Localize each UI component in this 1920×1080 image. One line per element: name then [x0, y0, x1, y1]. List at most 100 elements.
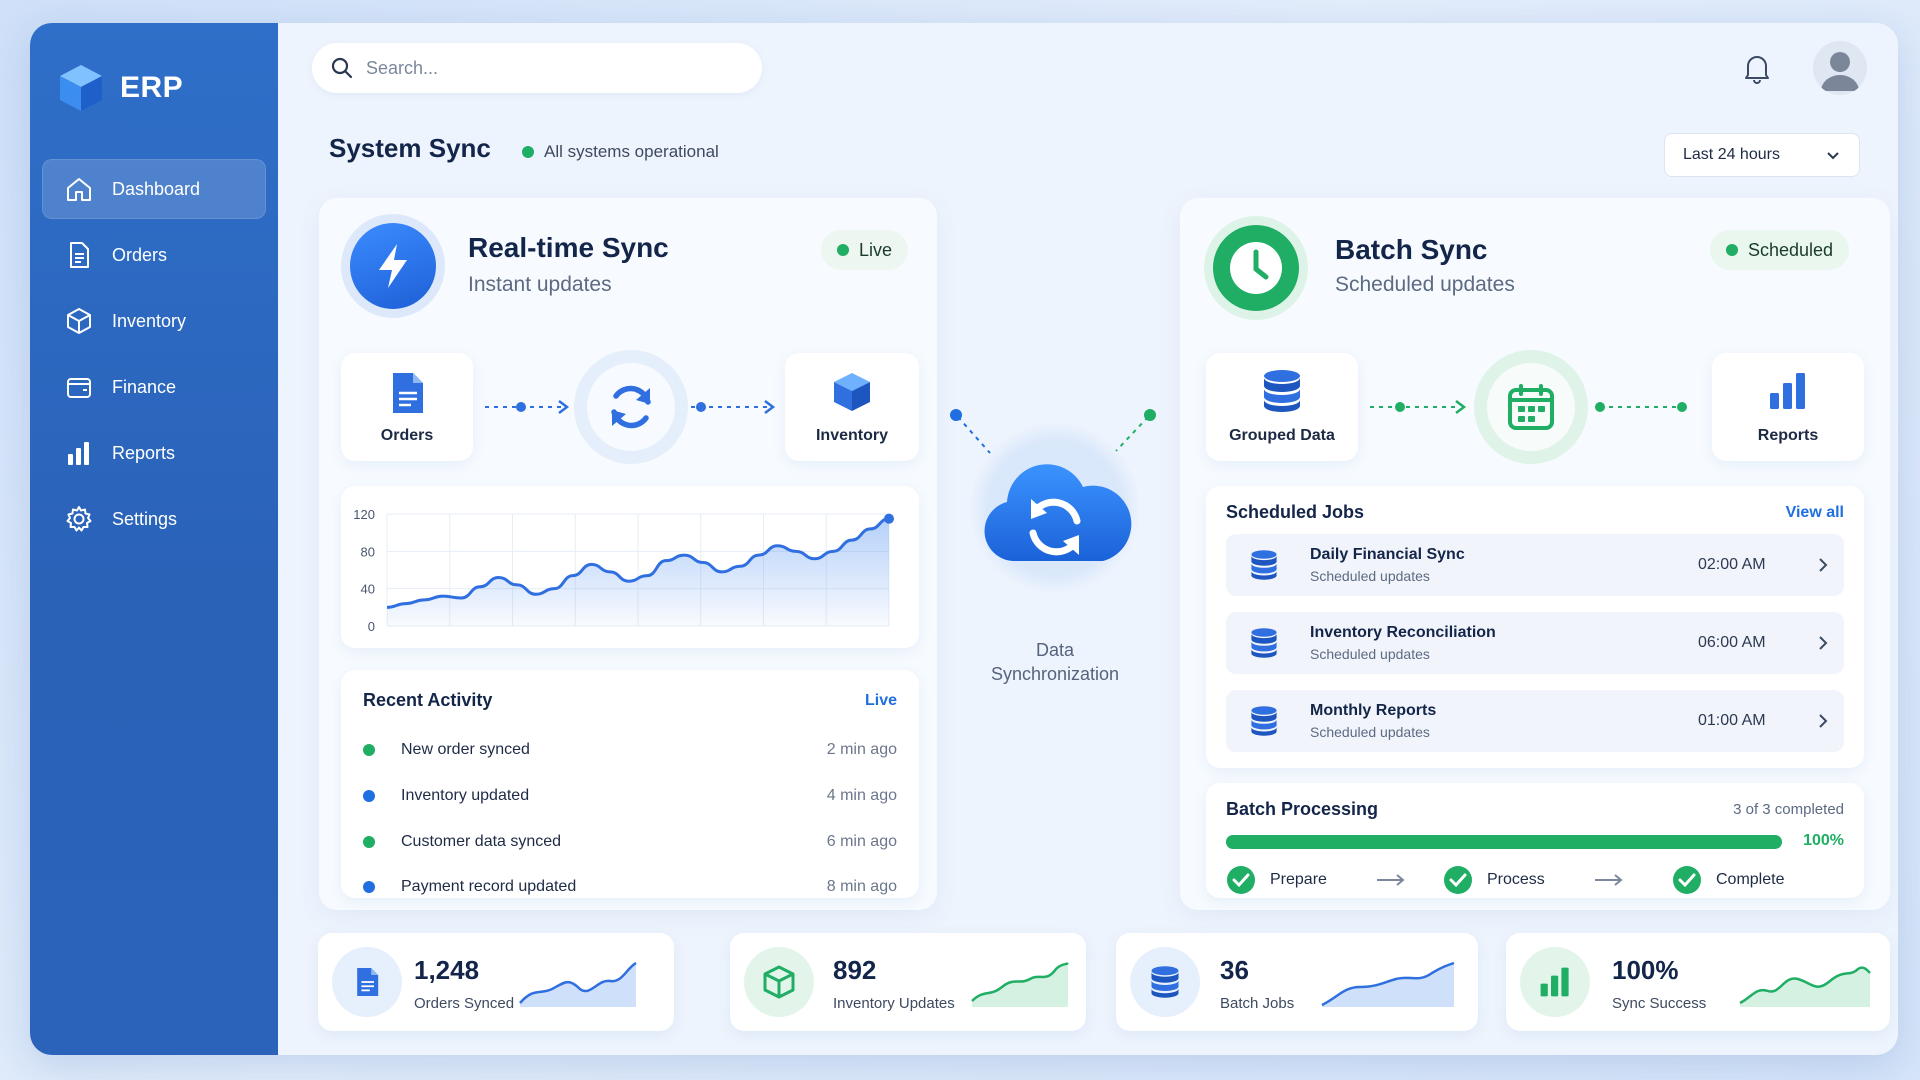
sidebar-item-settings[interactable]: Settings — [42, 489, 266, 549]
batch-title: Batch Sync — [1335, 234, 1488, 265]
batch-scheduled-badge: Scheduled — [1710, 230, 1850, 270]
realtime-subtitle: Instant updates — [468, 273, 612, 296]
flow-source-orders[interactable]: Orders — [341, 353, 473, 461]
job-row[interactable]: Daily Financial Sync Scheduled updates 0… — [1226, 534, 1844, 596]
sidebar-item-label: Finance — [112, 376, 177, 397]
recent-activity-live-link[interactable]: Live — [865, 692, 897, 710]
flow-target-inventory[interactable]: Inventory — [785, 353, 919, 461]
job-row[interactable]: Monthly Reports Scheduled updates 01:00 … — [1226, 690, 1844, 752]
brand-name: ERP — [120, 71, 184, 104]
activity-dot — [363, 836, 375, 848]
view-all-link[interactable]: View all — [1786, 504, 1844, 522]
sidebar-item-label: Dashboard — [112, 178, 201, 199]
search-input[interactable] — [366, 57, 726, 79]
sidebar: ERP Dashboard Orders Inventory Finance R… — [30, 23, 278, 1055]
step-label: Complete — [1716, 871, 1785, 888]
flow-arrow-left — [1370, 400, 1467, 414]
bell-icon[interactable] — [1740, 51, 1774, 85]
stat-label: Batch Jobs — [1220, 995, 1295, 1012]
document-icon — [357, 968, 379, 996]
job-row[interactable]: Inventory Reconciliation Scheduled updat… — [1226, 612, 1844, 674]
stat-value: 1,248 — [414, 955, 480, 985]
list-item[interactable]: New order synced 2 min ago — [363, 727, 897, 773]
job-desc: Scheduled updates — [1310, 568, 1430, 584]
sidebar-item-reports[interactable]: Reports — [42, 423, 266, 483]
step-label: Process — [1487, 871, 1545, 888]
chevron-right-icon[interactable] — [1816, 712, 1830, 730]
system-status: All systems operational — [522, 142, 719, 162]
sidebar-item-orders[interactable]: Orders — [42, 225, 266, 285]
sidebar-item-finance[interactable]: Finance — [42, 357, 266, 417]
progress-percent: 100% — [1803, 832, 1844, 849]
sidebar-item-inventory[interactable]: Inventory — [42, 291, 266, 351]
time-range-select[interactable]: Last 24 hours — [1664, 133, 1860, 177]
central-sync-label: Data Synchronization — [990, 640, 1120, 684]
database-icon — [1251, 706, 1277, 736]
batch-processing-count: 3 of 3 completed — [1733, 801, 1844, 818]
scheduled-dot — [1726, 244, 1738, 256]
stat-label: Sync Success — [1612, 995, 1707, 1012]
flow-target-label: Inventory — [815, 427, 888, 444]
activity-time: 4 min ago — [826, 787, 897, 804]
stat-sparkline — [1321, 961, 1455, 1007]
flow-target-label: Reports — [1757, 427, 1819, 444]
realtime-badge-circle — [341, 214, 445, 318]
realtime-title: Real-time Sync — [468, 232, 669, 263]
status-dot — [522, 146, 534, 158]
flow-source-label: Orders — [380, 427, 434, 444]
clock-icon — [1230, 242, 1282, 294]
arrow-right-icon — [1377, 874, 1405, 886]
sidebar-item-label: Orders — [112, 244, 168, 265]
bar-chart-icon — [1770, 373, 1805, 409]
sidebar-item-dashboard[interactable]: Dashboard — [42, 159, 266, 219]
activity-dot — [363, 881, 375, 893]
stat-sparkline — [1739, 966, 1871, 1007]
wallet-icon — [67, 378, 91, 398]
scheduled-jobs-title: Scheduled Jobs — [1226, 502, 1365, 522]
scheduled-badge-text: Scheduled — [1748, 239, 1834, 260]
list-item[interactable]: Inventory updated 4 min ago — [363, 773, 897, 819]
stat-card-inventory-updates[interactable]: 892 Inventory Updates — [730, 933, 1086, 1031]
list-item[interactable]: Payment record updated 8 min ago — [363, 864, 897, 910]
chevron-right-icon[interactable] — [1816, 634, 1830, 652]
search-bar[interactable] — [312, 43, 762, 93]
gear-icon — [66, 506, 92, 532]
activity-dot — [363, 744, 375, 756]
stat-value: 892 — [833, 955, 877, 985]
flow-arrow-right — [691, 400, 776, 414]
stat-value: 100% — [1612, 955, 1679, 985]
app-window: ERP Dashboard Orders Inventory Finance R… — [30, 23, 1898, 1055]
step-label: Prepare — [1270, 871, 1327, 888]
batch-subtitle: Scheduled updates — [1335, 273, 1515, 296]
lightning-icon — [379, 244, 407, 288]
realtime-line-chart: 120 80 40 0 — [353, 507, 894, 634]
central-sync-hub: Data Synchronization — [950, 403, 1160, 703]
chart-end-point — [884, 513, 894, 524]
job-name: Daily Financial Sync — [1310, 546, 1465, 563]
activity-dot — [363, 790, 375, 802]
recent-activity-title: Recent Activity — [363, 690, 493, 710]
stat-label: Inventory Updates — [833, 995, 955, 1012]
sync-hub-realtime — [574, 350, 688, 464]
chevron-right-icon[interactable] — [1816, 556, 1830, 574]
y-tick-label: 120 — [353, 507, 375, 522]
activity-text: Customer data synced — [401, 833, 562, 850]
clock-circle — [1213, 225, 1299, 311]
flow-target-reports[interactable]: Reports — [1712, 353, 1864, 461]
flow-source-grouped-data[interactable]: Grouped Data — [1206, 353, 1358, 461]
stat-card-batch-jobs[interactable]: 36 Batch Jobs — [1116, 933, 1478, 1031]
cloud-sync-halo — [970, 423, 1140, 593]
stat-card-sync-success[interactable]: 100% Sync Success — [1506, 933, 1890, 1031]
brand[interactable]: ERP — [58, 63, 183, 113]
home-icon — [67, 178, 91, 201]
time-range-value: Last 24 hours — [1683, 146, 1780, 163]
y-tick-label: 40 — [361, 582, 375, 597]
list-item[interactable]: Customer data synced 6 min ago — [363, 819, 897, 865]
job-time: 06:00 AM — [1698, 634, 1766, 651]
stat-card-orders-synced[interactable]: 1,248 Orders Synced — [318, 933, 674, 1031]
box-icon — [834, 373, 870, 411]
avatar[interactable] — [1813, 41, 1867, 95]
calendar-icon — [1508, 384, 1554, 430]
database-icon — [1151, 966, 1179, 998]
scheduled-jobs-card: Scheduled Jobs View all Daily Financial … — [1206, 486, 1864, 768]
